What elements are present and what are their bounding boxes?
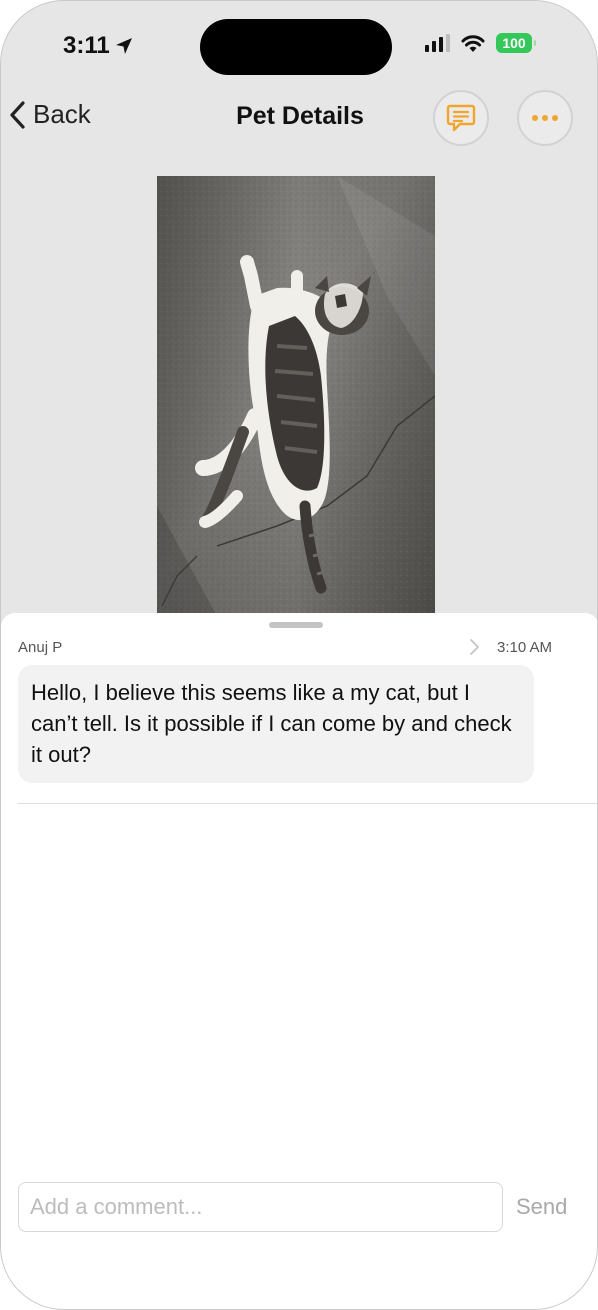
status-icons: 100 [425,33,536,53]
location-arrow-icon [115,38,132,54]
chevron-right-icon[interactable] [467,638,481,656]
cat-photo-image [157,176,435,626]
phone-screen: 3:11 100 Back Pet Details Anuj P 3:10 AM… [0,0,598,1310]
battery-level: 100 [502,35,526,51]
battery-indicator: 100 [496,33,536,53]
comment-timestamp: 3:10 AM [497,639,553,656]
page-title: Pet Details [236,102,364,130]
wifi-icon [461,35,485,52]
chat-bubble-icon [446,104,476,132]
comment-text: Hello, I believe this seems like a my ca… [31,680,512,767]
send-button[interactable]: Send [516,1194,567,1220]
comment-bubble: Hello, I believe this seems like a my ca… [18,665,534,783]
comments-button[interactable] [433,90,489,146]
ellipsis-icon [532,115,558,121]
status-time: 3:11 [63,32,134,60]
comments-sheet: Anuj P 3:10 AM Hello, I believe this see… [1,613,597,1309]
cellular-signal-icon [425,34,450,52]
pet-photo[interactable] [157,176,435,626]
more-options-button[interactable] [517,90,573,146]
comment-author: Anuj P [18,639,63,656]
dynamic-island [200,19,392,75]
divider [18,803,597,804]
sheet-grabber[interactable] [269,622,323,628]
status-time-label: 3:11 [63,32,110,59]
comment-input[interactable] [18,1182,503,1232]
